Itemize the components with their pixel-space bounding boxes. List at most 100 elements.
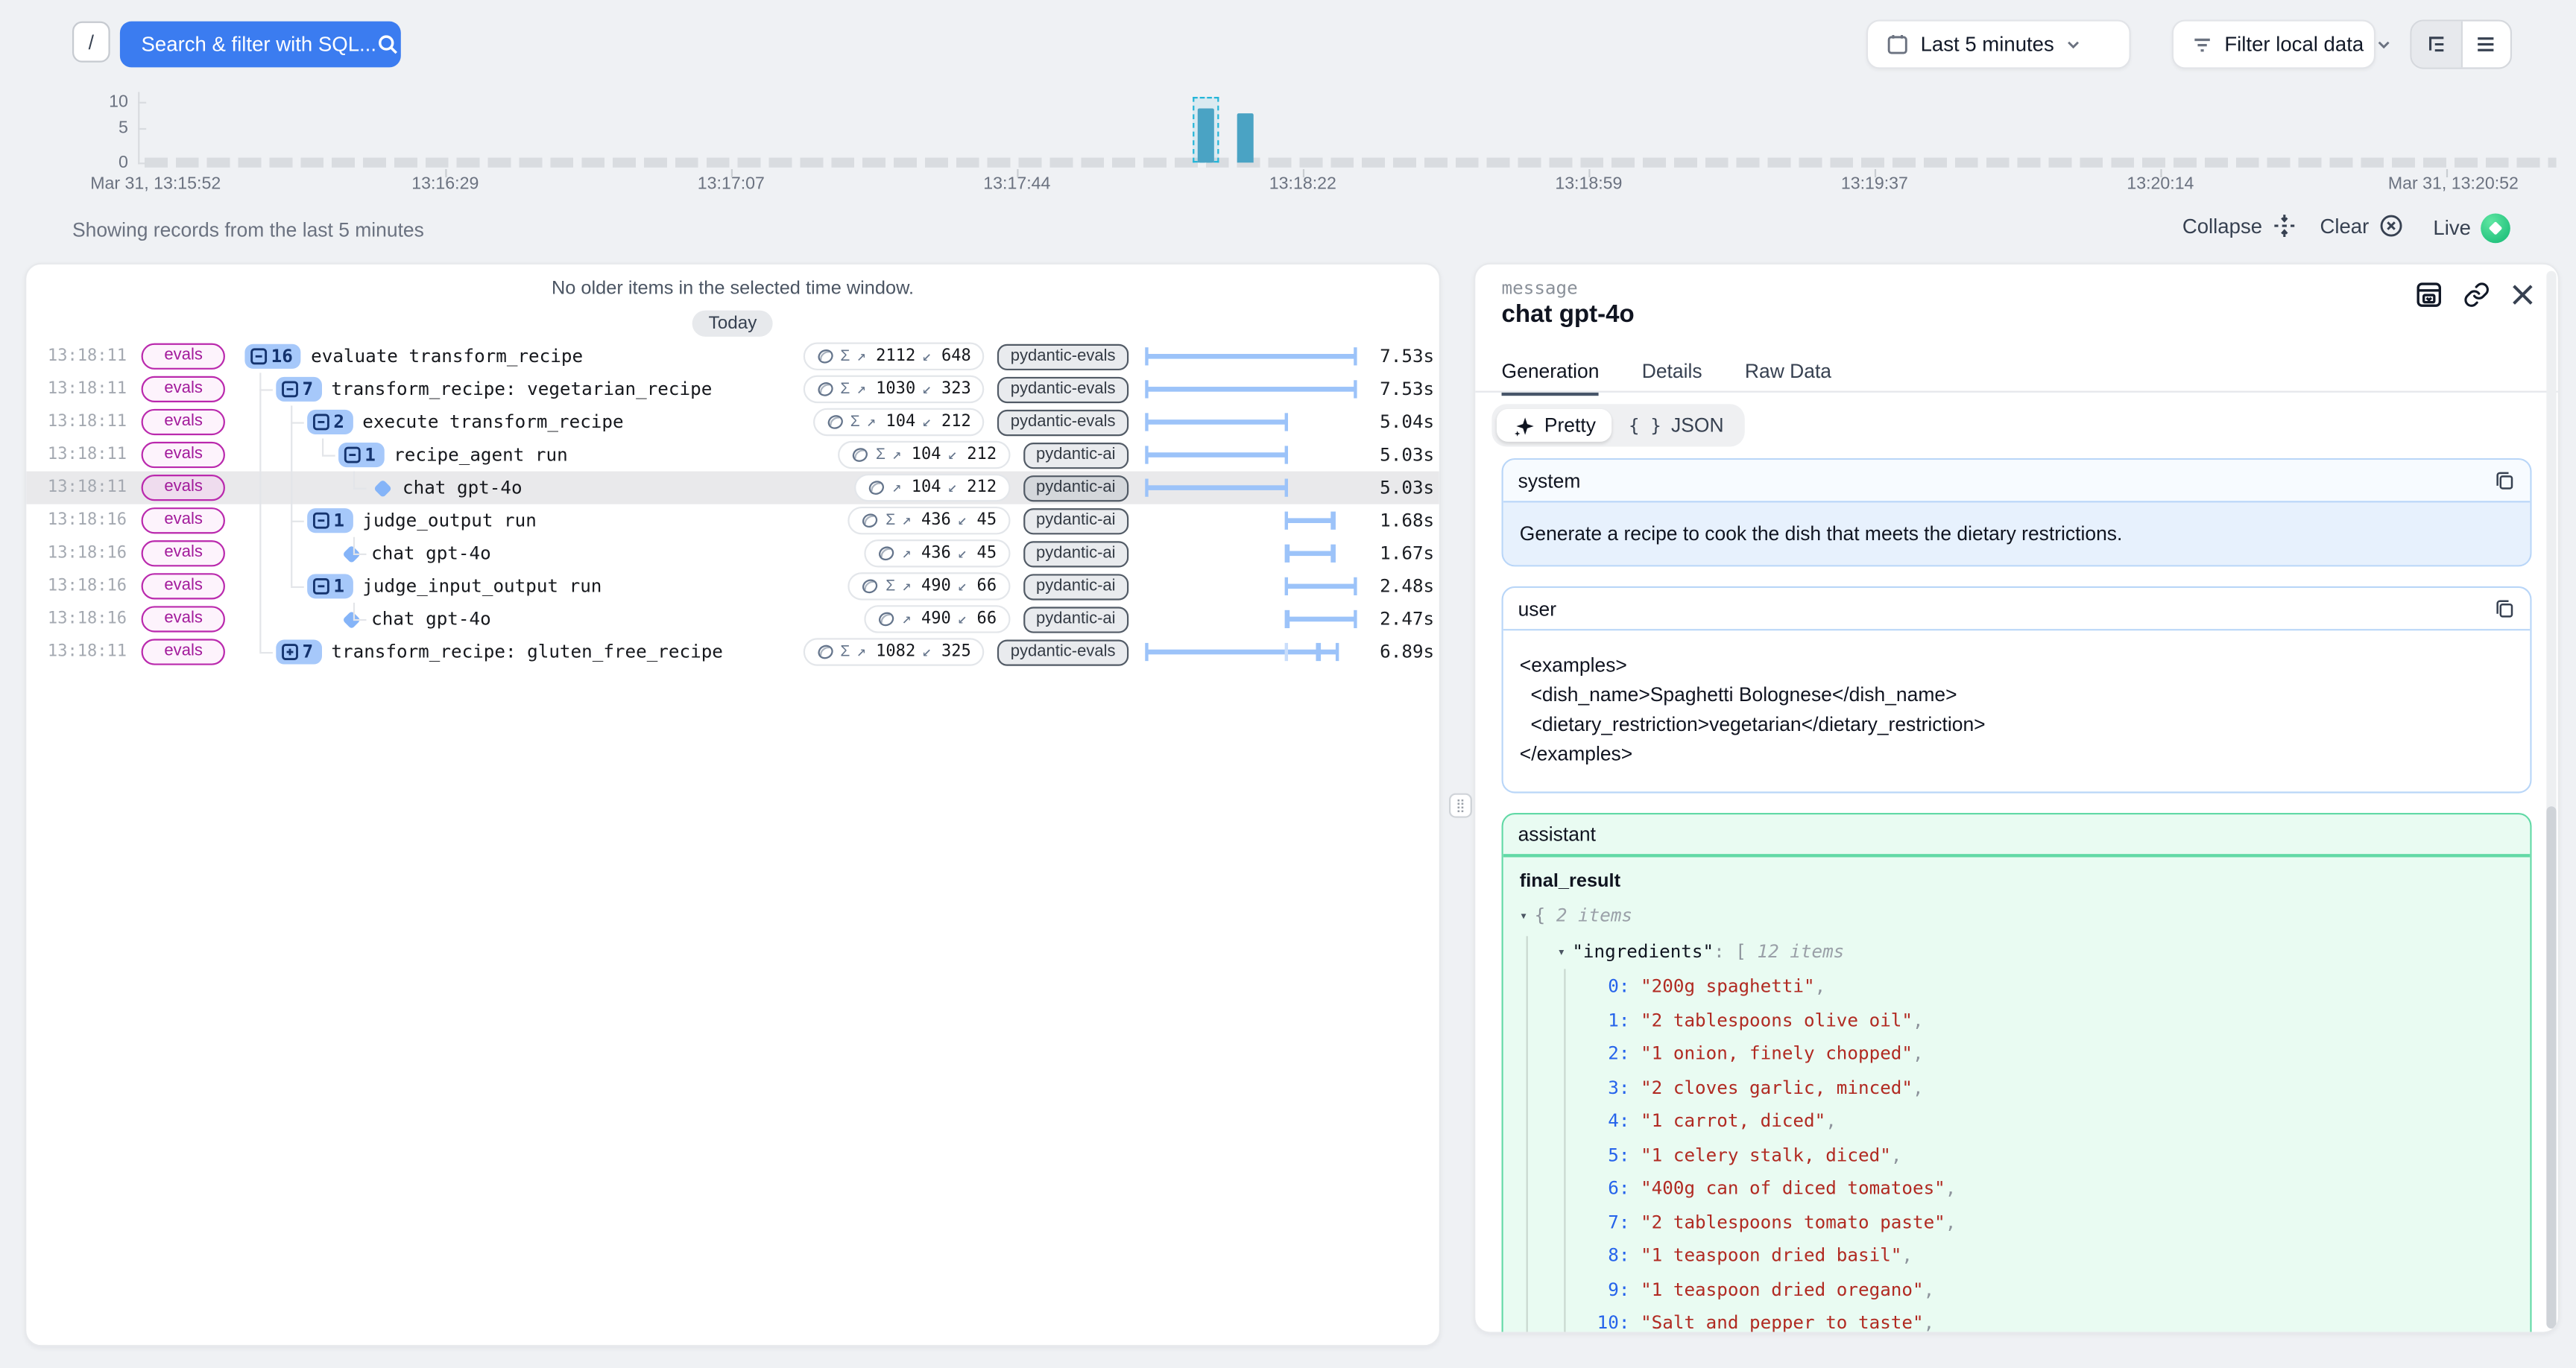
view-mode-toggle	[2410, 19, 2512, 69]
y-axis-label: 5	[119, 118, 128, 137]
copy-link-icon[interactable]	[2463, 281, 2490, 308]
close-icon[interactable]	[2510, 282, 2535, 307]
histogram-bar[interactable]	[1237, 114, 1254, 162]
copy-icon[interactable]	[2494, 469, 2516, 491]
json-key: "ingredients"	[1572, 940, 1714, 962]
tree-cell: chat gpt-4o	[341, 609, 490, 630]
flat-list-view-toggle[interactable]	[2460, 22, 2510, 68]
tree-cell: chat gpt-4o	[341, 542, 490, 564]
tree-cell: chat gpt-4o	[373, 477, 522, 498]
duration-bar-cap	[1331, 545, 1336, 563]
collapse-children-badge[interactable]: 1	[307, 574, 353, 598]
trace-row[interactable]: 13:18:11evals7transform_recipe: gluten_f…	[26, 636, 1439, 668]
instrumentation-source-badge: pydantic-evals	[997, 376, 1128, 402]
trace-row[interactable]: 13:18:11evals1recipe_agent runΣ↗ 104↙ 21…	[26, 438, 1439, 471]
trace-list-panel: No older items in the selected time wind…	[25, 263, 1441, 1347]
trace-row[interactable]: 13:18:11evals16evaluate transform_recipe…	[26, 340, 1439, 373]
collapse-children-badge[interactable]: 16	[244, 344, 300, 369]
x-axis-tick	[2160, 169, 2162, 177]
item-index: 4:	[1595, 1105, 1629, 1139]
instrumentation-source-badge: pydantic-ai	[1023, 442, 1128, 468]
filter-local-data-button[interactable]: Filter local data	[2172, 19, 2375, 69]
child-count: 7	[303, 642, 314, 663]
trace-row[interactable]: 13:18:16evals1judge_input_output runΣ↗ 4…	[26, 570, 1439, 603]
json-array-item: 0: "200g spaghetti",	[1520, 971, 2513, 1004]
item-index: 1:	[1595, 1004, 1629, 1038]
duration-bar-cap	[1331, 512, 1336, 530]
scrollbar-thumb[interactable]	[2546, 806, 2556, 1329]
search-filter-button[interactable]: Search & filter with SQL...	[120, 22, 401, 68]
output-tokens: 45	[977, 545, 997, 563]
child-count: 1	[364, 444, 376, 466]
json-mode-button[interactable]: { } JSON	[1612, 409, 1740, 442]
system-message-text: Generate a recipe to cook the dish that …	[1503, 502, 2531, 565]
item-value: "2 tablespoons olive oil"	[1641, 1009, 1913, 1030]
span-label: judge_input_output run	[362, 576, 602, 598]
tree-cell: 1 recipe_agent run	[338, 443, 568, 467]
duration-label: 1.68s	[1380, 510, 1434, 531]
output-tokens: 648	[941, 347, 971, 365]
tree-view-toggle[interactable]	[2412, 22, 2460, 68]
duration-bar	[1287, 518, 1333, 523]
trace-row[interactable]: 13:18:16evalschat gpt-4o↗ 490↙ 66pydanti…	[26, 603, 1439, 636]
collapse-children-badge[interactable]: 1	[338, 443, 384, 467]
span-label: transform_recipe: vegetarian_recipe	[331, 379, 712, 400]
open-in-drawer-icon[interactable]	[2415, 281, 2443, 308]
item-index: 10:	[1595, 1307, 1629, 1333]
tree-cell: 16evaluate transform_recipe	[244, 344, 583, 369]
tree-list-icon	[2425, 33, 2448, 56]
showing-records-text: Showing records from the last 5 minutes	[72, 218, 424, 241]
trace-row[interactable]: 13:18:11evalschat gpt-4o↗ 104↙ 212pydant…	[26, 472, 1439, 504]
trace-row[interactable]: 13:18:11evals7transform_recipe: vegetari…	[26, 373, 1439, 405]
empty-window-note: No older items in the selected time wind…	[26, 279, 1439, 299]
collapse-children-badge[interactable]: 1	[307, 508, 353, 533]
span-label: chat gpt-4o	[371, 609, 491, 630]
row-timestamp: 13:18:11	[48, 478, 127, 496]
json-tree: ▾{ 2 items▾"ingredients": [ 12 items0: "…	[1520, 900, 2513, 1334]
pretty-mode-button[interactable]: Pretty	[1497, 409, 1612, 442]
item-value: "1 celery stalk, diced"	[1641, 1144, 1891, 1165]
x-axis-tick	[1303, 169, 1304, 177]
clear-button[interactable]: Clear	[2320, 214, 2403, 238]
output-tokens: 212	[967, 478, 997, 496]
instrumentation-source-badge: pydantic-ai	[1023, 475, 1128, 501]
input-tokens-arrow-icon: ↗	[856, 380, 866, 398]
chevron-down-icon[interactable]: ▾	[1557, 935, 1572, 969]
collapse-children-badge[interactable]: 2	[307, 410, 353, 434]
chevron-down-icon[interactable]: ▾	[1520, 900, 1535, 934]
trace-row[interactable]: 13:18:16evalschat gpt-4o↗ 436↙ 45pydanti…	[26, 537, 1439, 570]
row-timestamp: 13:18:16	[48, 545, 127, 563]
live-button[interactable]: Live	[2433, 214, 2510, 244]
duration-bar-cap	[1145, 413, 1149, 431]
output-tokens: 212	[941, 413, 971, 431]
coin-icon	[861, 577, 879, 595]
collapse-children-badge[interactable]: 7	[276, 377, 321, 402]
user-role-label: user	[1518, 597, 1556, 620]
histogram-bar[interactable]	[1198, 108, 1214, 162]
sigma-aggregate-icon: Σ	[876, 446, 886, 463]
copy-icon[interactable]	[2494, 598, 2516, 619]
input-tokens-arrow-icon: ↗	[902, 545, 912, 563]
output-tokens: 212	[967, 446, 997, 463]
duration-label: 5.04s	[1380, 411, 1434, 433]
input-tokens: 104	[912, 478, 941, 496]
trace-row[interactable]: 13:18:11evals2execute transform_recipeΣ↗…	[26, 405, 1439, 438]
json-array-item: 7: "2 tablespoons tomato paste",	[1520, 1206, 2513, 1240]
duration-bar-cap	[1354, 347, 1358, 365]
duration-bar	[1146, 485, 1286, 490]
duration-label: 7.53s	[1380, 379, 1434, 400]
coin-icon	[877, 610, 895, 628]
trace-row[interactable]: 13:18:16evals1judge_output runΣ↗ 436↙ 45…	[26, 504, 1439, 537]
collapse-button[interactable]: Collapse	[2182, 214, 2296, 238]
item-value: "1 carrot, diced"	[1641, 1110, 1825, 1132]
expand-children-badge[interactable]: 7	[276, 639, 321, 664]
environment-badge: evals	[142, 442, 226, 468]
duration-label: 1.67s	[1380, 542, 1434, 564]
time-range-label: Last 5 minutes	[1921, 33, 2054, 56]
time-range-button[interactable]: Last 5 minutes	[1866, 19, 2131, 69]
duration-lane	[1146, 438, 1355, 471]
system-role-label: system	[1518, 469, 1581, 492]
minus-square-icon	[312, 512, 330, 530]
panel-resize-handle[interactable]: ⣿	[1449, 794, 1472, 818]
span-label: recipe_agent run	[394, 444, 568, 466]
